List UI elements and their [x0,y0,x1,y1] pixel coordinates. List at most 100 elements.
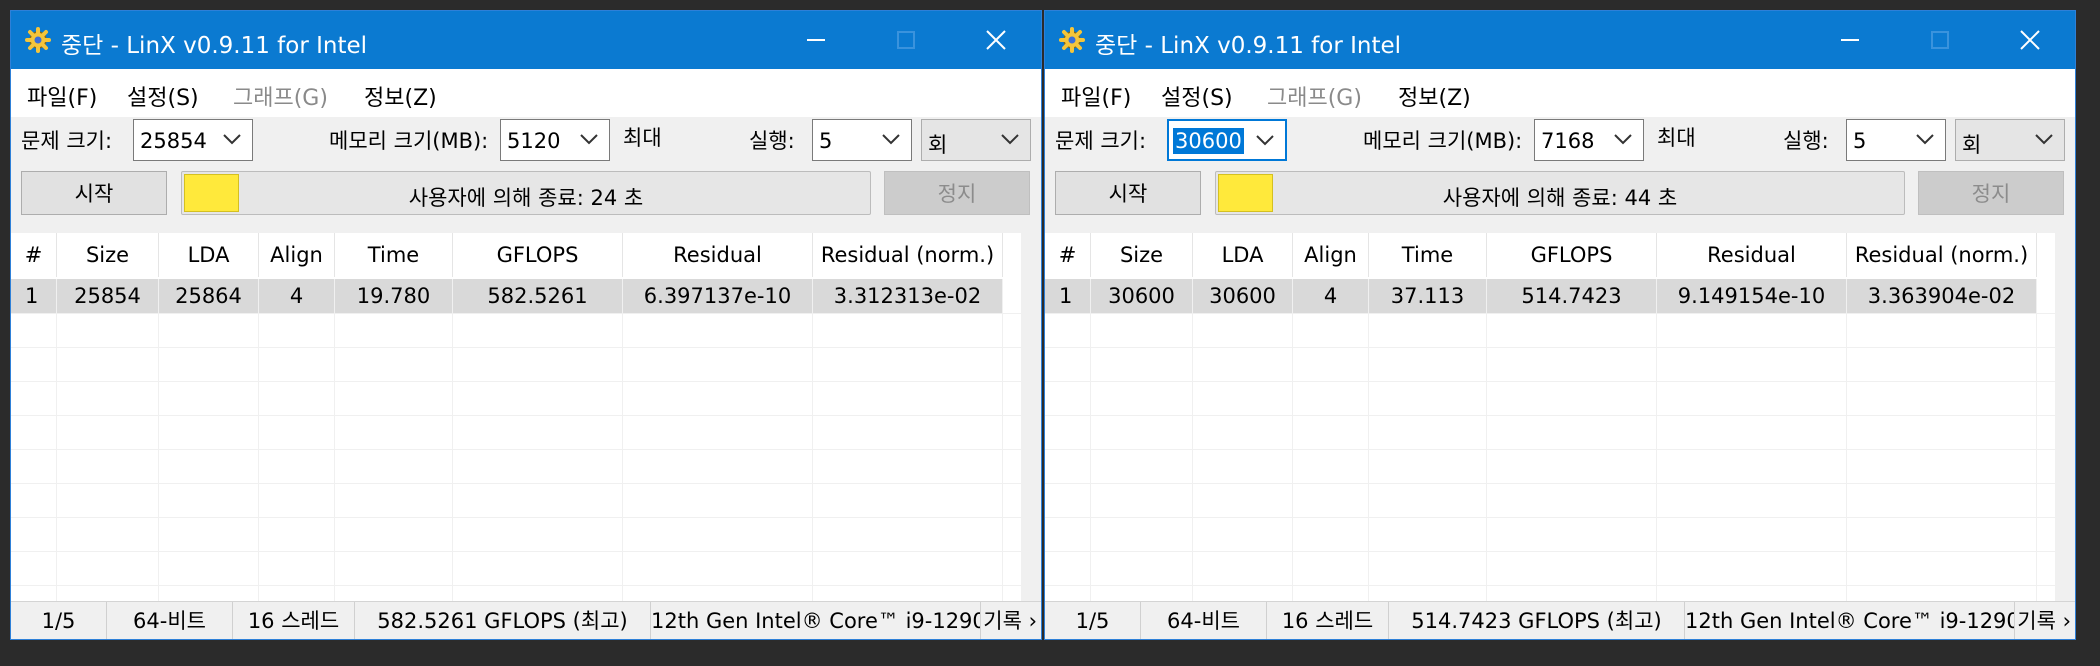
menu-about[interactable]: 정보(Z) [364,80,437,112]
linx-window-right: 중단 - LinX v0.9.11 for Intel 파일(F) 설정(S) … [1044,10,2076,640]
runs-unit-combo[interactable]: 회 [921,119,1031,161]
column-header[interactable]: # [11,233,57,277]
grid-line [11,449,1023,450]
status-cell: 64-비트 [1141,602,1267,639]
column-header[interactable]: Residual (norm.) [813,233,1003,277]
column-header[interactable]: # [1045,233,1091,277]
menu-graph[interactable]: 그래프(G) [1267,80,1362,112]
stop-button[interactable]: 정지 [884,171,1030,215]
status-cell: 12th Gen Intel® Core™ i9-12900K [1685,602,2015,639]
menu-bar: 파일(F) 설정(S) 그래프(G) 정보(Z) [11,69,1041,117]
maximize-icon [1931,31,1949,49]
start-button[interactable]: 시작 [21,171,167,215]
column-header[interactable]: LDA [159,233,259,277]
table-row[interactable]: 1 25854 25864 4 19.780 582.5261 6.397137e-10 3.… [11,279,1003,313]
title-bar[interactable]: 중단 - LinX v0.9.11 for Intel [1045,11,2075,69]
grid-line [2036,313,2037,603]
menu-file[interactable]: 파일(F) [27,80,97,112]
table-cell: 37.113 [1369,279,1487,313]
table-cell: 582.5261 [453,279,623,313]
gear-icon [1059,27,1085,53]
column-header[interactable]: Residual [1657,233,1847,277]
status-cell: 16 스레드 [1267,602,1389,639]
minimize-button[interactable] [771,11,861,69]
grid-line [56,313,57,603]
memory-size-value: 5120 [507,129,561,153]
status-cell: 12th Gen Intel® Core™ i9-12900K [651,602,981,639]
runs-combo[interactable]: 5 [812,119,912,161]
log-button[interactable]: 기록 › [983,602,1037,639]
table-cell: 3.312313e-02 [813,279,1003,313]
menu-settings[interactable]: 설정(S) [1161,80,1233,112]
grid-line [1045,313,2057,314]
close-button[interactable] [951,11,1041,69]
runs-label: 실행: [1783,129,1829,153]
close-icon [2020,30,2040,50]
table-row[interactable]: 1 30600 30600 4 37.113 514.7423 9.149154e-10 3.… [1045,279,2037,313]
runs-combo[interactable]: 5 [1846,119,1946,161]
results-table[interactable]: # Size LDA Align Time GFLOPS Residual Residual … [1045,233,2057,603]
problem-size-label: 문제 크기: [21,129,113,153]
runs-unit-value: 회 [1962,133,1982,157]
runs-unit-combo[interactable]: 회 [1955,119,2065,161]
status-cell: 582.5261 GFLOPS (최고) [355,602,651,639]
vertical-scrollbar[interactable] [2055,233,2075,603]
close-button[interactable] [1985,11,2075,69]
table-cell: 4 [259,279,335,313]
progress-text: 사용자에 의해 종료: 44 초 [1442,186,1678,210]
grid-line [1846,313,1847,603]
results-table[interactable]: # Size LDA Align Time GFLOPS Residual Residual … [11,233,1023,603]
column-header[interactable]: Residual [623,233,813,277]
start-button[interactable]: 시작 [1055,171,1201,215]
minimize-button[interactable] [1805,11,1895,69]
column-header[interactable]: LDA [1193,233,1293,277]
problem-size-combo[interactable]: 25854 [133,119,253,161]
column-header[interactable]: Size [1091,233,1193,277]
memory-size-combo[interactable]: 5120 [500,119,610,161]
maximize-button[interactable] [861,11,951,69]
menu-settings[interactable]: 설정(S) [127,80,199,112]
progress-bar: 사용자에 의해 종료: 44 초 [1215,171,1905,215]
grid-line [11,517,1023,518]
runs-unit-value: 회 [928,133,948,157]
stop-button[interactable]: 정지 [1918,171,2064,215]
column-header[interactable]: Align [1293,233,1369,277]
grid-line [11,347,1023,348]
column-header[interactable]: Align [259,233,335,277]
grid-line [1045,347,2057,348]
chevron-down-icon [580,134,598,145]
maximize-button[interactable] [1895,11,1985,69]
grid-line [11,585,1023,586]
column-header[interactable]: GFLOPS [1487,233,1657,277]
chevron-down-icon [1916,134,1934,145]
column-header[interactable]: GFLOPS [453,233,623,277]
column-header[interactable]: Time [335,233,453,277]
grid-line [622,313,623,603]
max-label: 최대 [1657,126,1696,150]
grid-line [1045,415,2057,416]
problem-size-combo[interactable]: 30600 [1167,119,1287,161]
problem-size-value: 25854 [140,129,207,153]
chevron-down-icon [1001,134,1019,145]
menu-graph[interactable]: 그래프(G) [233,80,328,112]
status-cell: 64-비트 [107,602,233,639]
table-cell: 4 [1293,279,1369,313]
column-header[interactable]: Size [57,233,159,277]
grid-line [1292,313,1293,603]
grid-line [1045,585,2057,586]
grid-line [1656,313,1657,603]
grid-line [1192,313,1193,603]
column-header[interactable]: Residual (norm.) [1847,233,2037,277]
grid-line [11,483,1023,484]
column-header[interactable]: Time [1369,233,1487,277]
status-bar: 1/5 64-비트 16 스레드 582.5261 GFLOPS (최고) 12th G… [11,601,1041,639]
menu-file[interactable]: 파일(F) [1061,80,1131,112]
memory-size-combo[interactable]: 7168 [1534,119,1644,161]
window-title: 중단 - LinX v0.9.11 for Intel [61,33,368,59]
log-button[interactable]: 기록 › [2017,602,2071,639]
menu-bar: 파일(F) 설정(S) 그래프(G) 정보(Z) [1045,69,2075,117]
grid-line [1045,449,2057,450]
menu-about[interactable]: 정보(Z) [1398,80,1471,112]
vertical-scrollbar[interactable] [1021,233,1041,603]
title-bar[interactable]: 중단 - LinX v0.9.11 for Intel [11,11,1041,69]
